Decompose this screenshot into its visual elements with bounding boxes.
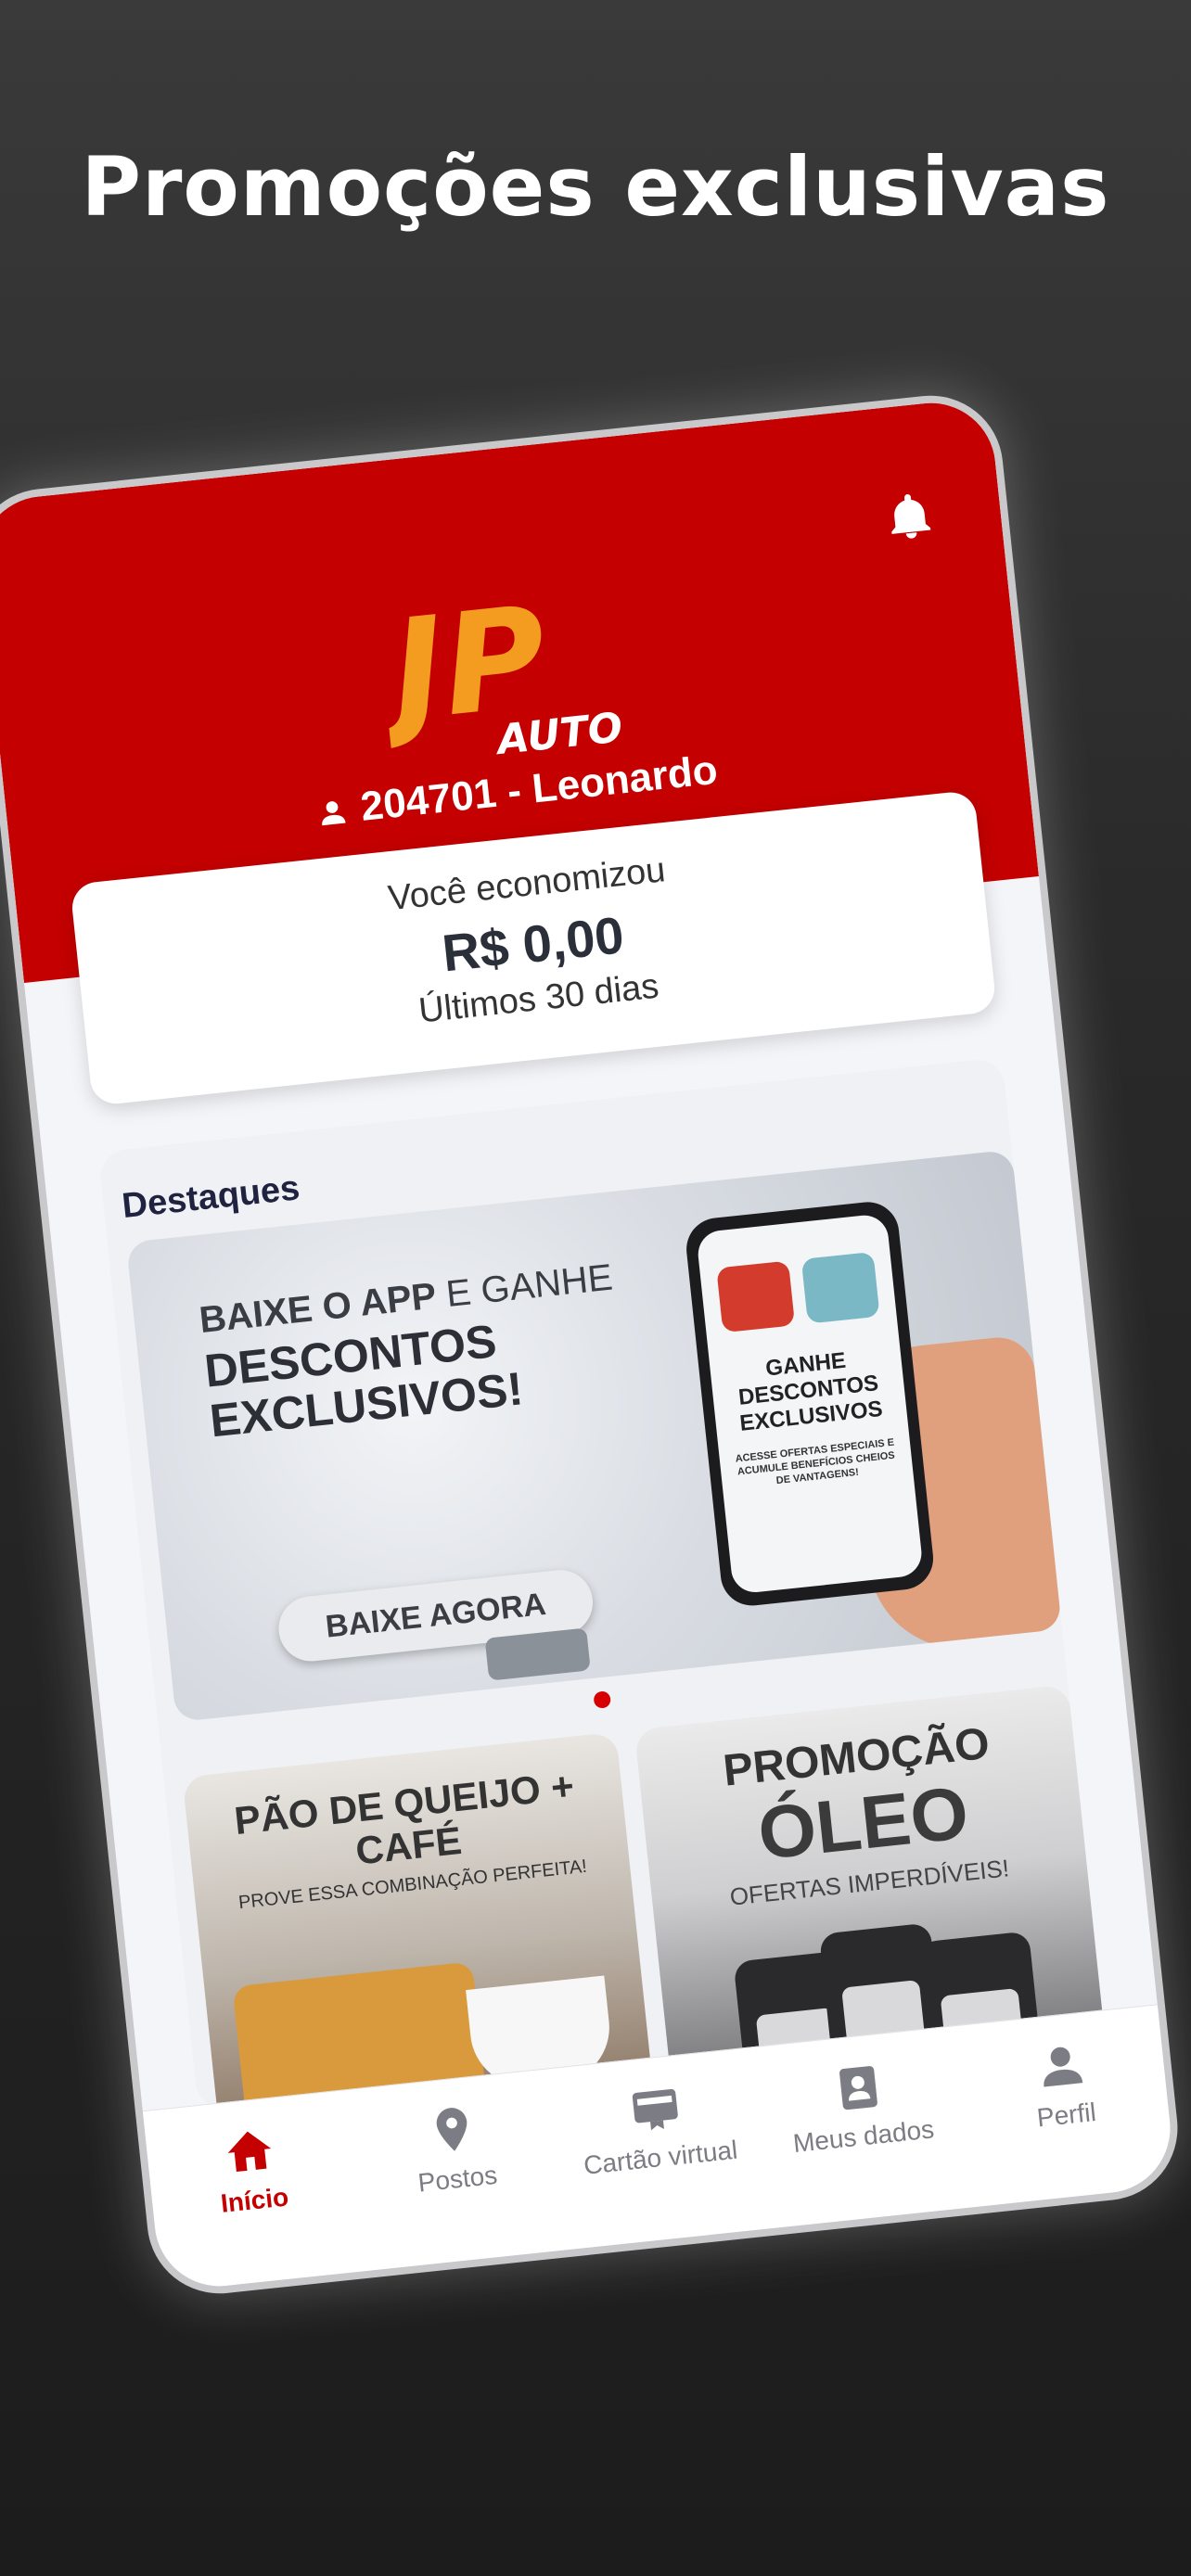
tab-label: Postos xyxy=(416,2160,499,2198)
coffee-cup-icon xyxy=(800,1251,880,1324)
map-pin-icon xyxy=(436,2108,467,2151)
tab-postos[interactable]: Postos xyxy=(357,2094,551,2203)
tab-perfil[interactable]: Perfil xyxy=(967,2030,1160,2139)
tab-label: Perfil xyxy=(1035,2097,1098,2133)
home-icon xyxy=(227,2131,272,2173)
person-icon xyxy=(322,801,346,826)
phone-frame: JP AUTO 204701 - Leonardo Você economizo… xyxy=(0,396,1177,2293)
mockup-subtitle: ACESSE OFERTAS ESPECIAIS E ACUMULE BENEF… xyxy=(735,1436,896,1487)
user-icon xyxy=(1044,2047,1083,2087)
tab-cartao-virtual[interactable]: Cartão virtual xyxy=(560,2072,754,2182)
tab-label: Início xyxy=(219,2182,290,2218)
id-badge-icon xyxy=(839,2066,877,2111)
section-title: Destaques xyxy=(120,1168,302,1227)
app-download-banner[interactable]: BAIXE O APP E GANHE DESCONTOS EXCLUSIVOS… xyxy=(125,1149,1062,1723)
fuel-pump-icon xyxy=(716,1260,796,1333)
highlights-section: Destaques BAIXE O APP E GANHE DESCONTOS … xyxy=(97,1057,1119,2292)
carousel-indicator[interactable] xyxy=(593,1690,612,1709)
tab-meus-dados[interactable]: Meus dados xyxy=(763,2051,957,2161)
tab-label: Meus dados xyxy=(791,2114,936,2159)
mockup-title: GANHE DESCONTOS EXCLUSIVOS xyxy=(736,1347,884,1436)
tab-label: Cartão virtual xyxy=(582,2135,739,2180)
phone-mockup: GANHE DESCONTOS EXCLUSIVOS ACESSE OFERTA… xyxy=(683,1199,937,1609)
bell-icon[interactable] xyxy=(881,487,939,548)
tab-inicio[interactable]: Início xyxy=(155,2115,349,2225)
brand-logo: JP AUTO xyxy=(376,577,624,764)
phone-mockup-screen: GANHE DESCONTOS EXCLUSIVOS ACESSE OFERTA… xyxy=(696,1213,924,1595)
card-icon xyxy=(632,2088,678,2131)
promo-headline: Promoções exclusivas xyxy=(81,139,1110,235)
